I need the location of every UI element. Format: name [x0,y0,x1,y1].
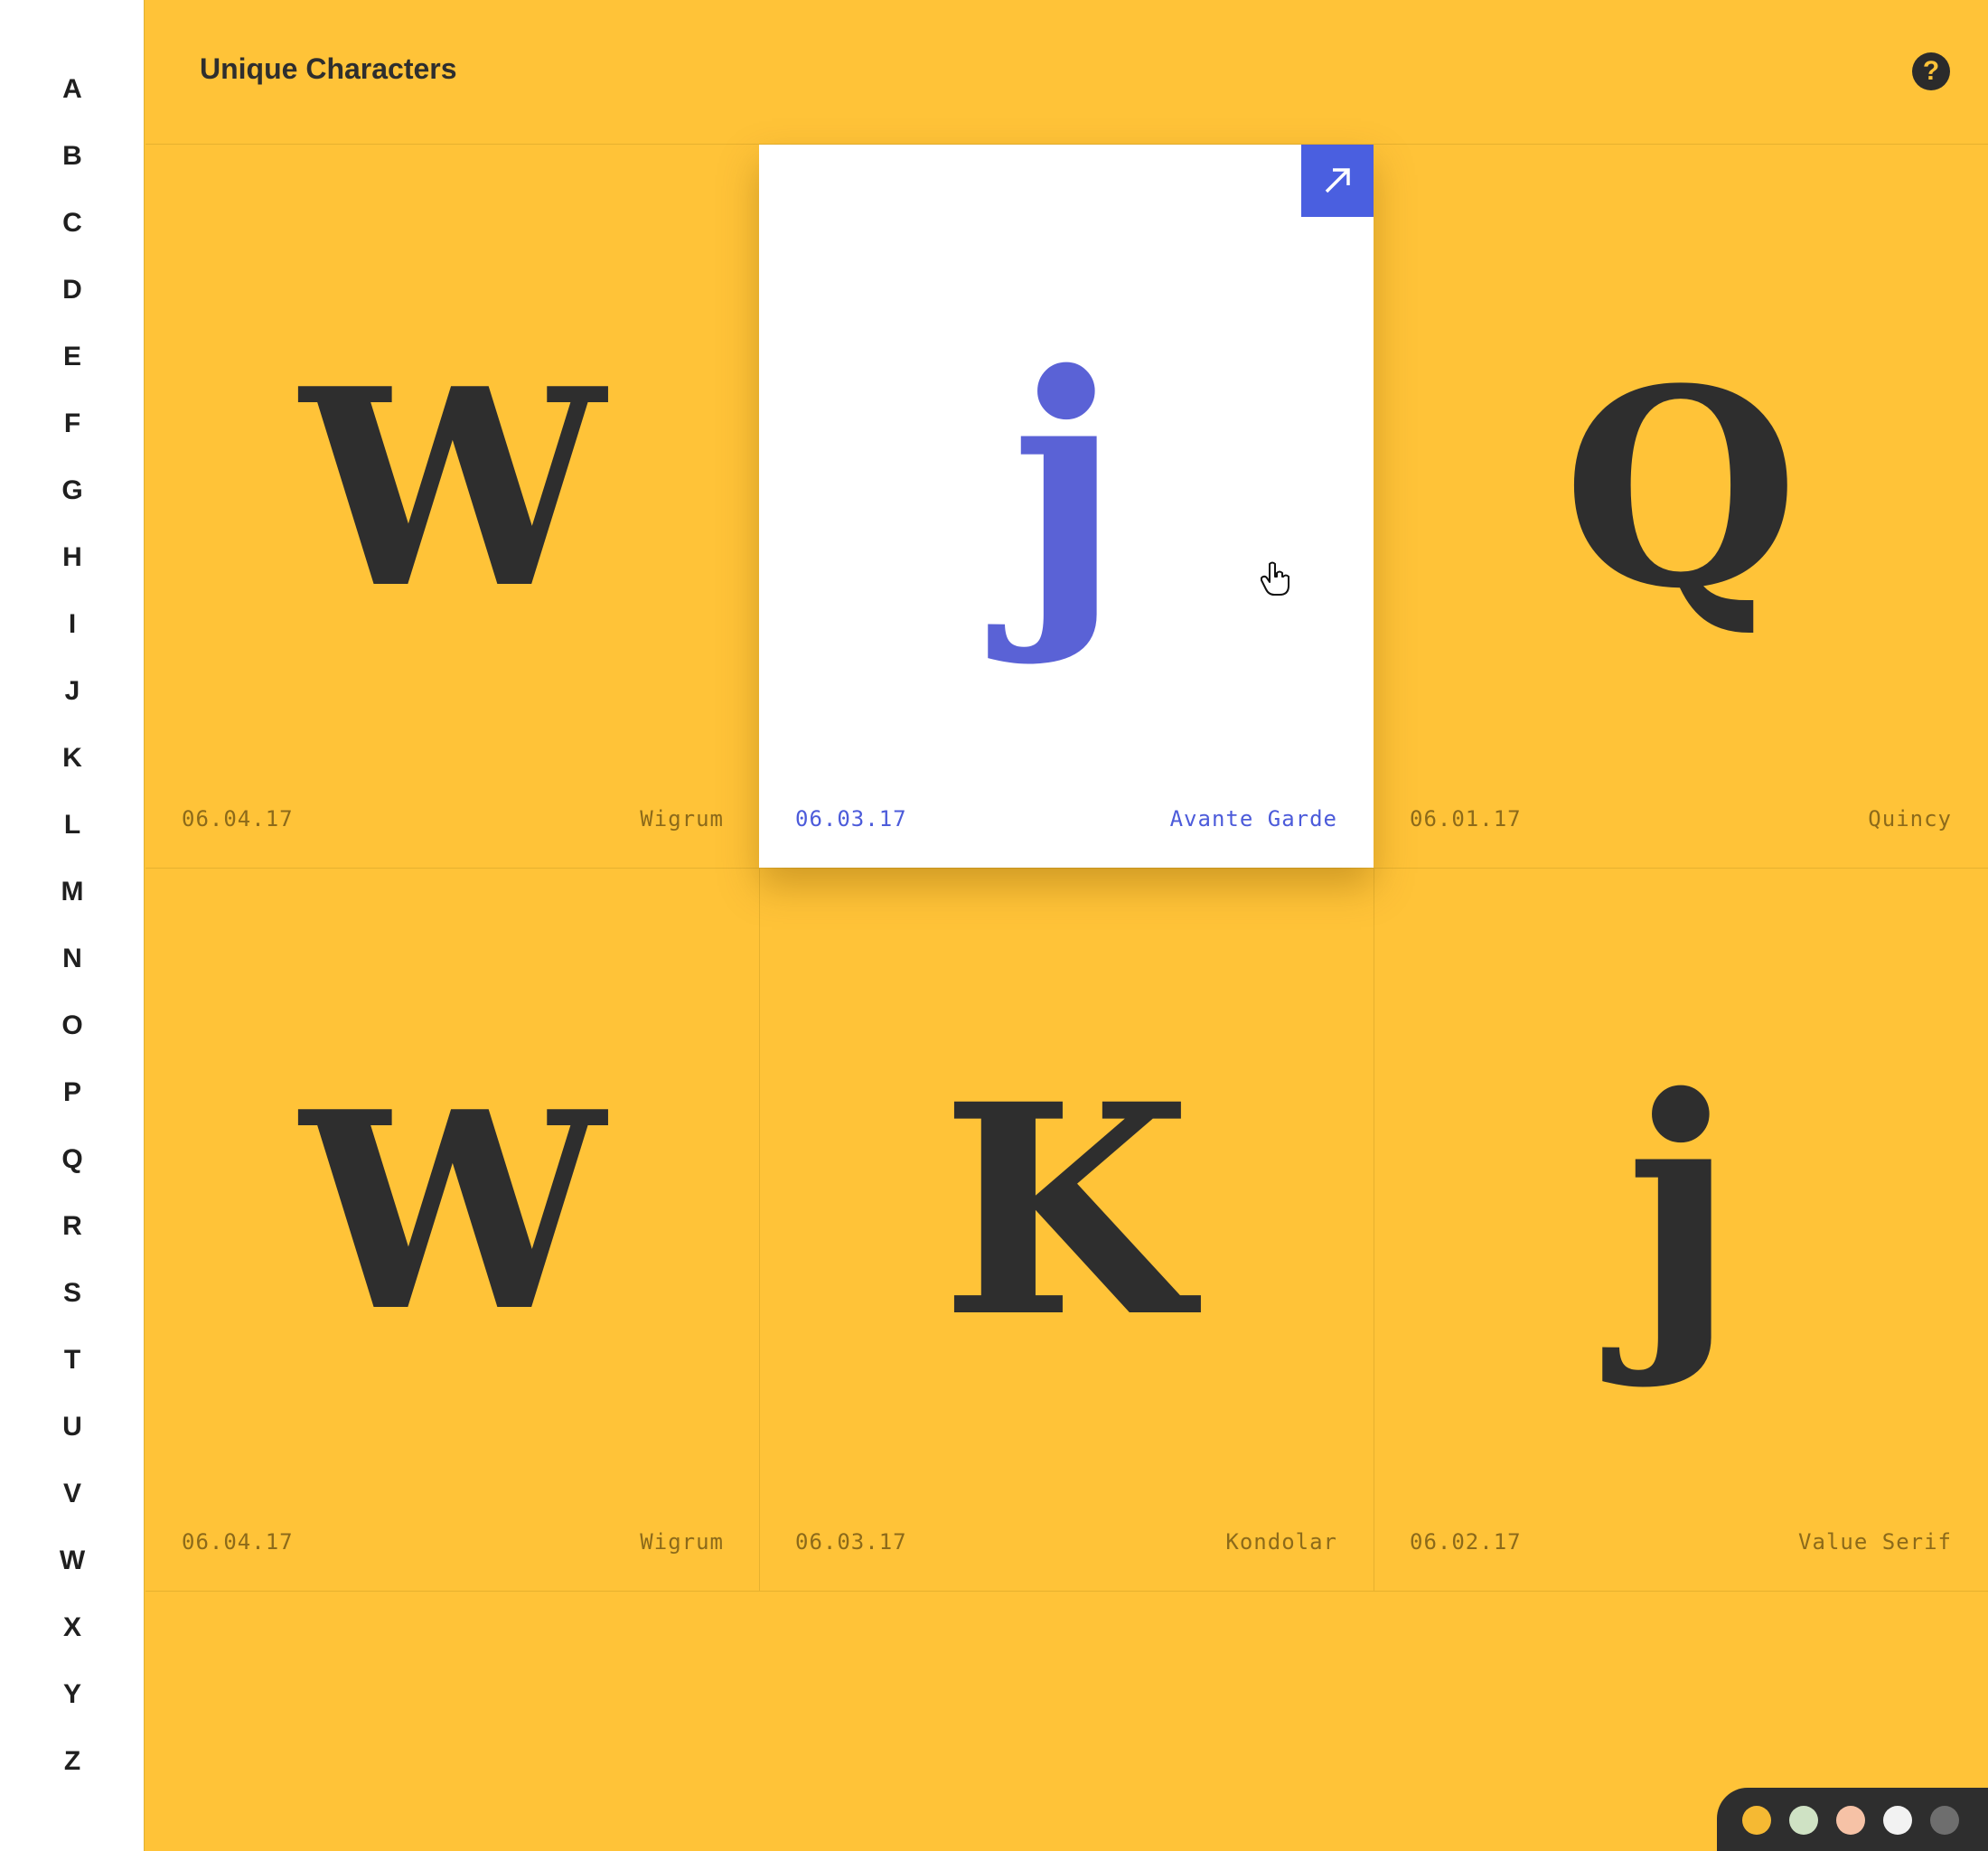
card-date: 06.02.17 [1410,1529,1522,1555]
alphabet-letter-t[interactable]: T [0,1342,145,1378]
character-glyph: Q [1562,328,1799,648]
hand-pointer-icon [1260,560,1291,597]
alphabet-letter-l[interactable]: L [0,807,145,843]
character-glyph: K [940,1041,1193,1381]
alphabet-letter-h[interactable]: H [0,540,145,576]
card-font-name: Value Serif [1798,1529,1952,1555]
alphabet-letter-x[interactable]: X [0,1610,145,1646]
color-swatch[interactable] [1883,1806,1912,1835]
color-swatch[interactable] [1789,1806,1818,1835]
card-font-name: Avante Garde [1169,806,1337,832]
alphabet-letter-n[interactable]: N [0,941,145,977]
color-swatch[interactable] [1836,1806,1865,1835]
character-glyph: W [300,1051,605,1371]
alphabet-letter-s[interactable]: S [0,1275,145,1311]
character-glyph: j [1625,1030,1737,1392]
character-card[interactable]: W 06.04.17 Wigrum [145,868,760,1591]
character-card[interactable]: Q 06.01.17 Quincy [1374,145,1988,868]
card-font-name: Kondolar [1225,1529,1337,1555]
grid-divider [145,1591,1988,1592]
character-card[interactable]: W 06.04.17 Wigrum [145,145,760,868]
page-title: Unique Characters [200,52,457,85]
card-font-name: Wigrum [640,806,724,832]
alphabet-letter-m[interactable]: M [0,874,145,910]
page-header: Unique Characters ? [145,0,1988,145]
alphabet-letter-j[interactable]: J [0,673,145,709]
alphabet-letter-w[interactable]: W [0,1543,145,1579]
card-date: 06.03.17 [795,1529,907,1555]
alphabet-letter-y[interactable]: Y [0,1677,145,1713]
alphabet-letter-g[interactable]: G [0,473,145,509]
alphabet-letter-a[interactable]: A [0,71,145,108]
open-card-button[interactable] [1301,145,1374,217]
alphabet-letter-d[interactable]: D [0,272,145,308]
card-font-name: Quincy [1868,806,1952,832]
question-circle-icon: ? [1922,56,1940,86]
alphabet-letter-c[interactable]: C [0,205,145,241]
help-button[interactable]: ? [1912,52,1950,90]
alphabet-sidebar: ABCDEFGHIJKLMNOPQRSTUVWXYZ [0,0,145,1851]
color-palette [1717,1788,1988,1851]
card-date: 06.04.17 [182,806,294,832]
card-font-name: Wigrum [640,1529,724,1555]
character-glyph: j [1010,307,1122,669]
alphabet-letter-k[interactable]: K [0,740,145,776]
alphabet-letter-v[interactable]: V [0,1476,145,1512]
alphabet-letter-p[interactable]: P [0,1075,145,1111]
alphabet-letter-u[interactable]: U [0,1409,145,1445]
alphabet-letter-f[interactable]: F [0,406,145,442]
alphabet-letter-i[interactable]: I [0,606,145,643]
alphabet-letter-r[interactable]: R [0,1208,145,1245]
card-date: 06.04.17 [182,1529,294,1555]
character-card[interactable]: j 06.02.17 Value Serif [1374,868,1988,1591]
character-glyph: W [300,328,605,648]
character-card[interactable]: j 06.03.17 Avante Garde [759,145,1374,868]
character-card[interactable]: K 06.03.17 Kondolar [759,868,1374,1591]
alphabet-letter-b[interactable]: B [0,138,145,174]
arrow-up-right-icon [1325,168,1350,193]
alphabet-letter-e[interactable]: E [0,339,145,375]
alphabet-letter-z[interactable]: Z [0,1743,145,1780]
color-swatch[interactable] [1742,1806,1771,1835]
card-date: 06.03.17 [795,806,907,832]
alphabet-letter-q[interactable]: Q [0,1142,145,1178]
card-date: 06.01.17 [1410,806,1522,832]
color-swatch[interactable] [1930,1806,1959,1835]
alphabet-letter-o[interactable]: O [0,1008,145,1044]
